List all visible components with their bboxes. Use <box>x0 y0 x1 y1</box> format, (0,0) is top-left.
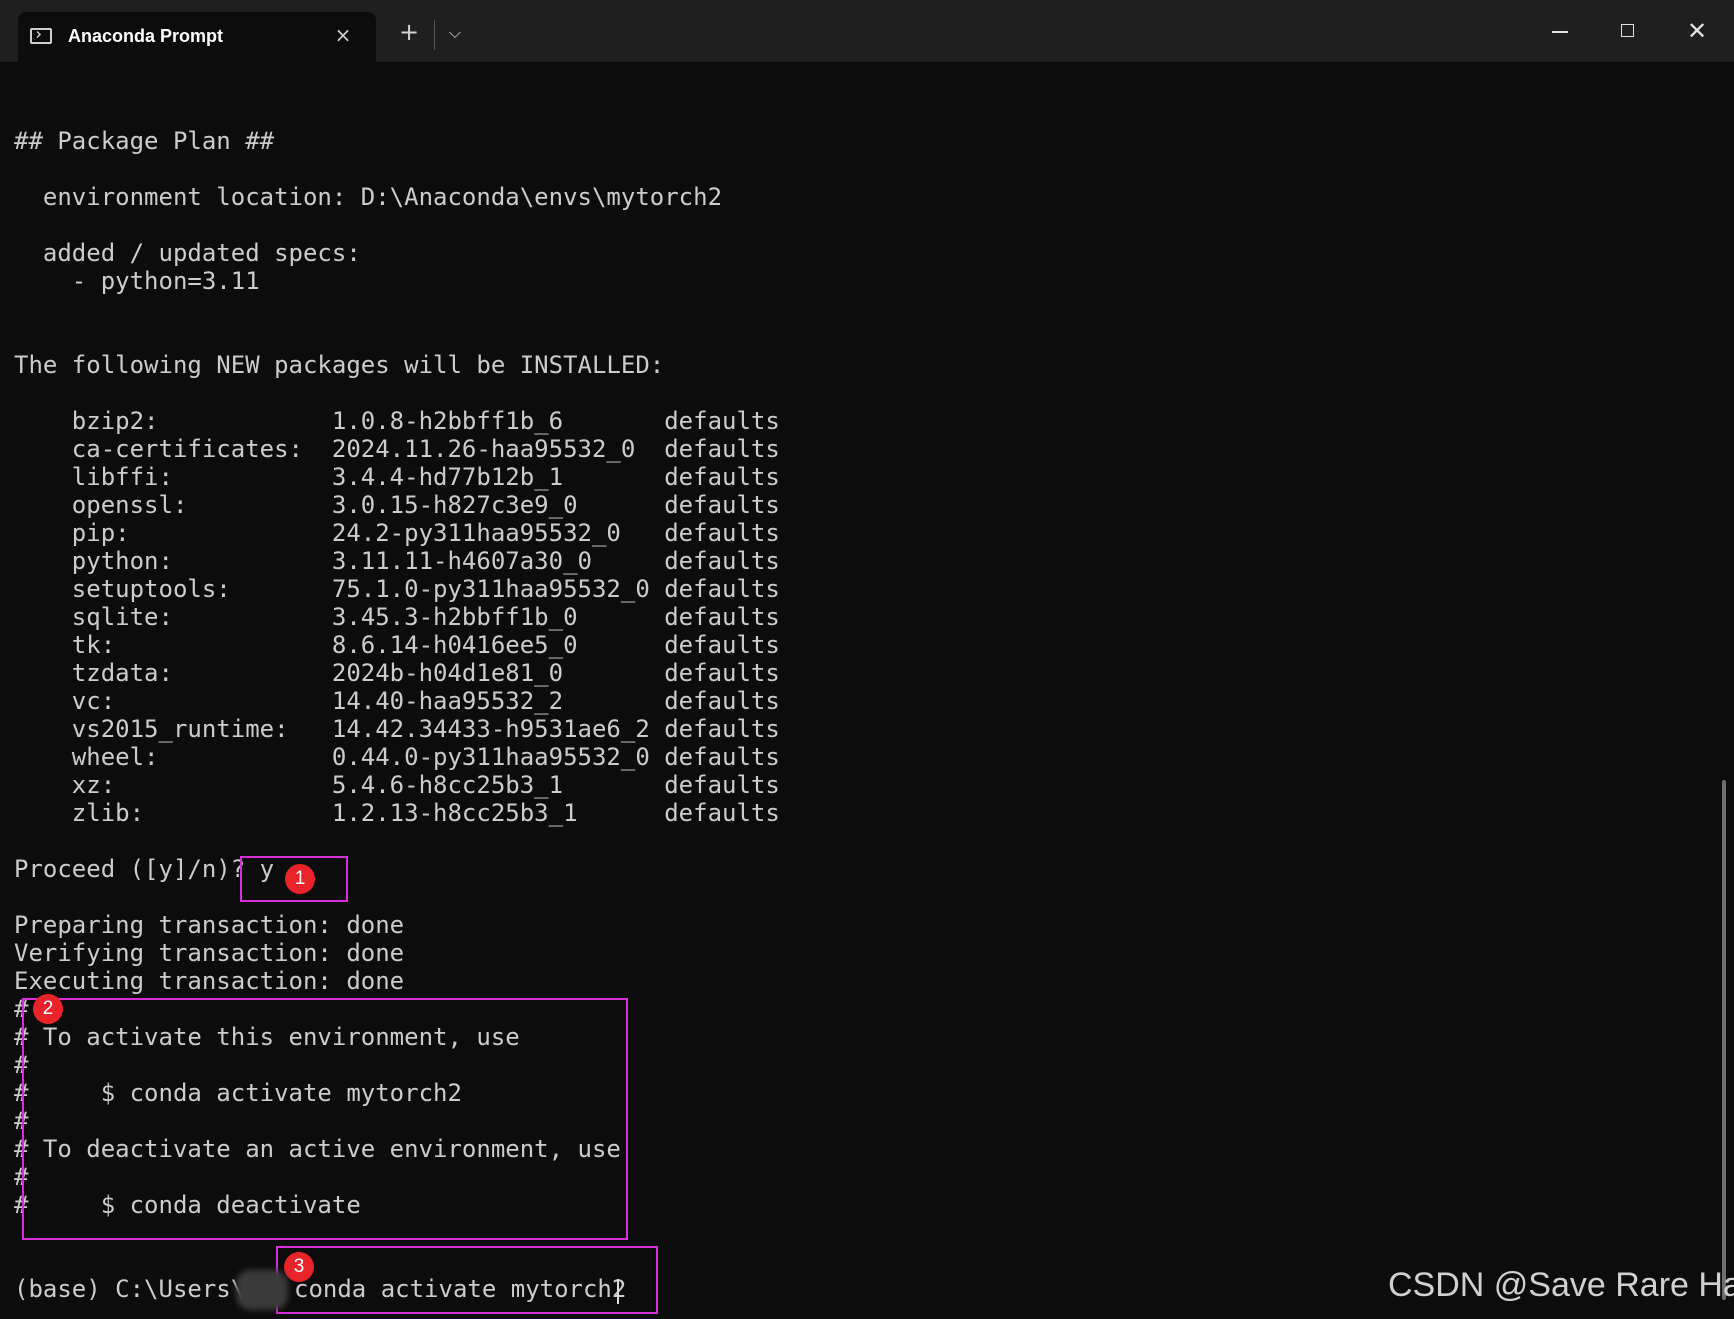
terminal-window: Anaconda Prompt × + ⌵ ✕ ## Package Plan … <box>0 0 1734 1319</box>
tab-divider <box>434 20 435 50</box>
terminal-line: added / updated specs: <box>14 239 361 267</box>
package-row: xz: 5.4.6-h8cc25b3_1 defaults <box>14 771 780 799</box>
highlight-box-2 <box>22 998 628 1240</box>
new-tab-icon[interactable]: + <box>396 20 422 46</box>
highlight-box-3 <box>276 1246 658 1314</box>
package-row: vc: 14.40-haa95532_2 defaults <box>14 687 780 715</box>
tab-title: Anaconda Prompt <box>68 26 224 46</box>
package-row: setuptools: 75.1.0-py311haa95532_0 defau… <box>14 575 780 603</box>
watermark: CSDN @Save Rare Hair <box>1388 1266 1734 1304</box>
text-cursor <box>617 1279 619 1304</box>
package-row: openssl: 3.0.15-h827c3e9_0 defaults <box>14 491 780 519</box>
terminal-line: ## Package Plan ## <box>14 127 275 155</box>
package-row: tk: 8.6.14-h0416ee5_0 defaults <box>14 631 780 659</box>
package-row: libffi: 3.4.4-hd77b12b_1 defaults <box>14 463 780 491</box>
package-row: vs2015_runtime: 14.42.34433-h9531ae6_2 d… <box>14 715 780 743</box>
terminal-line: environment location: D:\Anaconda\envs\m… <box>14 183 723 211</box>
package-row: ca-certificates: 2024.11.26-haa95532_0 d… <box>14 435 780 463</box>
minimize-button[interactable] <box>1540 14 1580 48</box>
terminal-line: The following NEW packages will be INSTA… <box>14 351 665 379</box>
package-row: python: 3.11.11-h4607a30_0 defaults <box>14 547 780 575</box>
scrollbar[interactable] <box>1722 780 1726 1300</box>
step-badge-3: 3 <box>284 1252 314 1282</box>
proceed-prompt: Proceed ([y]/n)? y <box>14 855 275 883</box>
close-window-button[interactable]: ✕ <box>1677 14 1717 48</box>
chevron-down-icon[interactable]: ⌵ <box>444 22 466 44</box>
package-row: bzip2: 1.0.8-h2bbff1b_6 defaults <box>14 407 780 435</box>
title-bar: Anaconda Prompt × + ⌵ ✕ <box>0 0 1734 62</box>
command-prompt: (base) C:\Users\ <box>14 1275 246 1303</box>
terminal-line: - python=3.11 <box>14 267 260 295</box>
package-row: zlib: 1.2.13-h8cc25b3_1 defaults <box>14 799 780 827</box>
maximize-button[interactable] <box>1608 14 1648 48</box>
package-row: tzdata: 2024b-h04d1e81_0 defaults <box>14 659 780 687</box>
package-row: pip: 24.2-py311haa95532_0 defaults <box>14 519 780 547</box>
terminal-icon <box>30 28 52 44</box>
step-badge-2: 2 <box>33 994 63 1024</box>
step-badge-1: 1 <box>285 864 315 894</box>
redacted-username <box>236 1270 288 1310</box>
tab-anaconda-prompt[interactable]: Anaconda Prompt × <box>18 12 376 62</box>
terminal-line: Preparing transaction: done <box>14 911 405 939</box>
terminal-line: Verifying transaction: done <box>14 939 405 967</box>
terminal-line: Executing transaction: done <box>14 967 405 995</box>
package-row: sqlite: 3.45.3-h2bbff1b_0 defaults <box>14 603 780 631</box>
package-row: wheel: 0.44.0-py311haa95532_0 defaults <box>14 743 780 771</box>
tab-close-icon[interactable]: × <box>330 22 356 48</box>
